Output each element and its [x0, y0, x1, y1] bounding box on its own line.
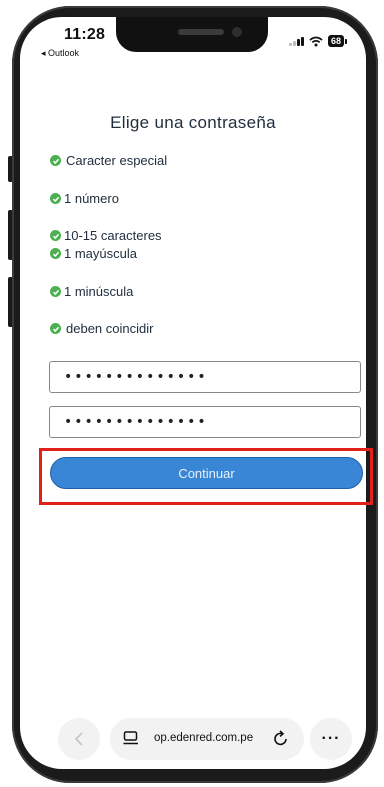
confirm-password-input[interactable] [49, 406, 361, 438]
check-icon [50, 230, 61, 241]
rule-match: deben coincidir [50, 321, 153, 336]
status-indicators: 68 [288, 35, 348, 47]
rule-label: 1 minúscula [64, 284, 134, 299]
rule-label: Caracter especial [66, 153, 168, 168]
back-to-app-link[interactable]: ◂ Outlook [41, 48, 79, 59]
rule-label: 10-15 caracteres [64, 228, 162, 243]
password-input[interactable] [49, 361, 361, 393]
check-icon [50, 248, 61, 259]
battery-icon: 68 [327, 35, 348, 47]
rule-label: deben coincidir [66, 321, 154, 336]
continue-button[interactable]: Continuar [50, 457, 363, 489]
camera-dot [232, 27, 242, 37]
check-icon [50, 155, 61, 166]
rule-lowercase: 1 minúscula [50, 284, 133, 299]
signal-icon [288, 36, 304, 46]
page-menu-icon [123, 731, 138, 745]
dynamic-notch [116, 17, 268, 52]
speaker-grille [178, 29, 224, 35]
chevron-left-icon [74, 732, 83, 746]
check-icon [50, 193, 61, 204]
rule-special-char: Caracter especial [50, 153, 167, 168]
status-time: 11:28 [64, 26, 106, 43]
rule-label: 1 número [64, 191, 119, 206]
rule-uppercase: 1 mayúscula [50, 246, 137, 261]
reload-icon[interactable] [273, 730, 289, 747]
check-icon [50, 323, 61, 334]
more-options-button[interactable]: ··· [310, 718, 352, 760]
rule-length: 10-15 caracteres [50, 228, 162, 243]
url-text: op.edenred.com.pe [154, 732, 254, 744]
wifi-icon [309, 36, 323, 46]
rule-number: 1 número [50, 191, 119, 206]
check-icon [50, 286, 61, 297]
address-bar[interactable]: op.edenred.com.pe [110, 718, 304, 760]
page-title: Elige una contraseña [110, 113, 276, 132]
browser-back-button[interactable] [58, 718, 100, 760]
rule-label: 1 mayúscula [64, 246, 137, 261]
